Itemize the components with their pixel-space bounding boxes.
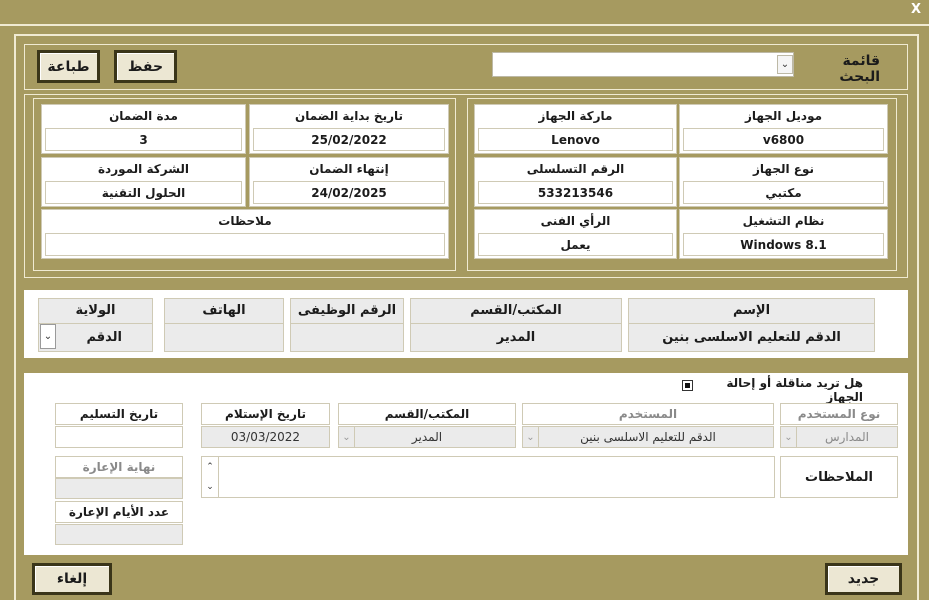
- device-notes-value[interactable]: [45, 233, 445, 256]
- warranty-end-field: إنتهاء الضمان 24/02/2025: [249, 157, 449, 207]
- chevron-down-icon[interactable]: ⌄: [781, 427, 797, 447]
- device-serial-field: الرقم التسلسلى 533213546: [474, 157, 677, 207]
- transfer-office-select[interactable]: المدير: [338, 426, 516, 448]
- device-opinion-field: الرأي الفنى يعمل: [474, 209, 677, 259]
- warranty-end-label: إنتهاء الضمان: [309, 161, 389, 176]
- user-value: الدقم للتعليم الاسلسى بنين: [580, 430, 716, 444]
- delivery-date-label: تاريخ التسليم: [55, 403, 183, 425]
- receive-date-label: تاريخ الإستلام: [201, 403, 330, 425]
- user-select[interactable]: الدقم للتعليم الاسلسى بنين: [522, 426, 774, 448]
- warranty-start-field: تاريخ بداية الضمان 25/02/2022: [249, 104, 449, 154]
- device-notes-field: ملاحظات: [41, 209, 449, 259]
- close-icon[interactable]: X: [911, 2, 921, 17]
- supplier-value[interactable]: الحلول التقنية: [45, 181, 242, 204]
- device-brand-value[interactable]: Lenovo: [478, 128, 673, 151]
- chevron-down-icon[interactable]: ⌄: [339, 427, 355, 447]
- device-type-label: نوع الجهاز: [752, 161, 814, 176]
- device-serial-label: الرقم التسلسلى: [526, 161, 625, 176]
- owner-job-number-label: الرقم الوظيفى: [297, 302, 397, 318]
- user-type-value: المدارس: [824, 430, 869, 444]
- device-model-field: موديل الجهاز v6800: [679, 104, 888, 154]
- owner-state-field: الولاية الدقم ⌄: [38, 298, 153, 352]
- user-type-select[interactable]: المدارس: [780, 426, 898, 448]
- loan-end-value[interactable]: [55, 478, 183, 499]
- chevron-down-icon[interactable]: ⌄: [40, 324, 56, 349]
- owner-phone-label: الهاتف: [202, 302, 246, 318]
- device-brand-label: ماركة الجهاز: [538, 108, 613, 123]
- user-type-label: نوع المستخدم: [780, 403, 898, 425]
- scroll-up-icon[interactable]: ⌃: [202, 457, 218, 477]
- device-model-value[interactable]: v6800: [683, 128, 884, 151]
- owner-phone-value[interactable]: [165, 323, 283, 351]
- owner-name-label: الإسم: [732, 302, 771, 318]
- owner-office-label: المكتب/القسم: [470, 302, 562, 318]
- owner-job-number-field: الرقم الوظيفى: [290, 298, 404, 352]
- device-notes-label: ملاحظات: [218, 213, 272, 228]
- owner-office-value[interactable]: المدير: [411, 323, 621, 351]
- device-type-value[interactable]: مكتبي: [683, 181, 884, 204]
- warranty-period-field: مدة الضمان 3: [41, 104, 246, 154]
- cancel-button[interactable]: إلغاء: [32, 563, 112, 595]
- owner-state-label: الولاية: [75, 302, 116, 318]
- owner-job-number-value[interactable]: [291, 323, 403, 351]
- warranty-end-value[interactable]: 24/02/2025: [253, 181, 445, 204]
- warranty-start-value[interactable]: 25/02/2022: [253, 128, 445, 151]
- loan-end-label: نهاية الإعارة: [55, 456, 183, 478]
- device-serial-value[interactable]: 533213546: [478, 181, 673, 204]
- device-model-label: موديل الجهاز: [744, 108, 823, 123]
- new-button[interactable]: جديد: [825, 563, 902, 595]
- owner-name-value[interactable]: الدقم للتعليم الاسلسى بنين: [629, 323, 874, 351]
- transfer-checkbox[interactable]: [682, 380, 693, 391]
- scroll-down-icon[interactable]: ⌄: [202, 477, 218, 497]
- notes-scrollbar[interactable]: ⌃ ⌄: [202, 457, 219, 497]
- warranty-start-label: تاريخ بداية الضمان: [295, 108, 403, 123]
- owner-office-field: المكتب/القسم المدير: [410, 298, 622, 352]
- transfer-notes-textarea[interactable]: [201, 456, 775, 498]
- device-opinion-value[interactable]: يعمل: [478, 233, 673, 256]
- loan-days-value[interactable]: [55, 524, 183, 545]
- search-label: قائمة البحث: [839, 53, 880, 85]
- chevron-down-icon[interactable]: ⌄: [523, 427, 539, 447]
- search-select[interactable]: ⌄: [492, 52, 794, 77]
- supplier-label: الشركة الموردة: [97, 161, 190, 176]
- warranty-period-value[interactable]: 3: [45, 128, 242, 151]
- owner-phone-field: الهاتف: [164, 298, 284, 352]
- device-type-field: نوع الجهاز مكتبي: [679, 157, 888, 207]
- save-button[interactable]: حفظ: [114, 50, 177, 83]
- print-button[interactable]: طباعة: [37, 50, 100, 83]
- loan-days-label: عدد الأيام الإعارة: [55, 501, 183, 523]
- device-os-label: نظام التشغيل: [742, 213, 825, 228]
- title-divider: [0, 24, 929, 26]
- device-opinion-label: الرأي الفنى: [540, 213, 611, 228]
- user-label: المستخدم: [522, 403, 774, 425]
- transfer-question: هل تريد مناقلة أو إحالة الجهاز: [726, 376, 863, 404]
- device-os-value[interactable]: Windows 8.1: [683, 233, 884, 256]
- transfer-notes-label: الملاحظات: [780, 456, 898, 498]
- warranty-period-label: مدة الضمان: [109, 108, 178, 123]
- transfer-office-value: المدير: [411, 430, 443, 444]
- delivery-date-value[interactable]: [55, 426, 183, 448]
- owner-name-field: الإسم الدقم للتعليم الاسلسى بنين: [628, 298, 875, 352]
- transfer-office-label: المكتب/القسم: [338, 403, 516, 425]
- owner-state-value: الدقم: [86, 330, 122, 345]
- device-brand-field: ماركة الجهاز Lenovo: [474, 104, 677, 154]
- receive-date-value[interactable]: 03/03/2022: [201, 426, 330, 448]
- chevron-down-icon[interactable]: ⌄: [777, 55, 793, 74]
- device-os-field: نظام التشغيل Windows 8.1: [679, 209, 888, 259]
- supplier-field: الشركة الموردة الحلول التقنية: [41, 157, 246, 207]
- checkbox-mark-icon: [685, 383, 690, 388]
